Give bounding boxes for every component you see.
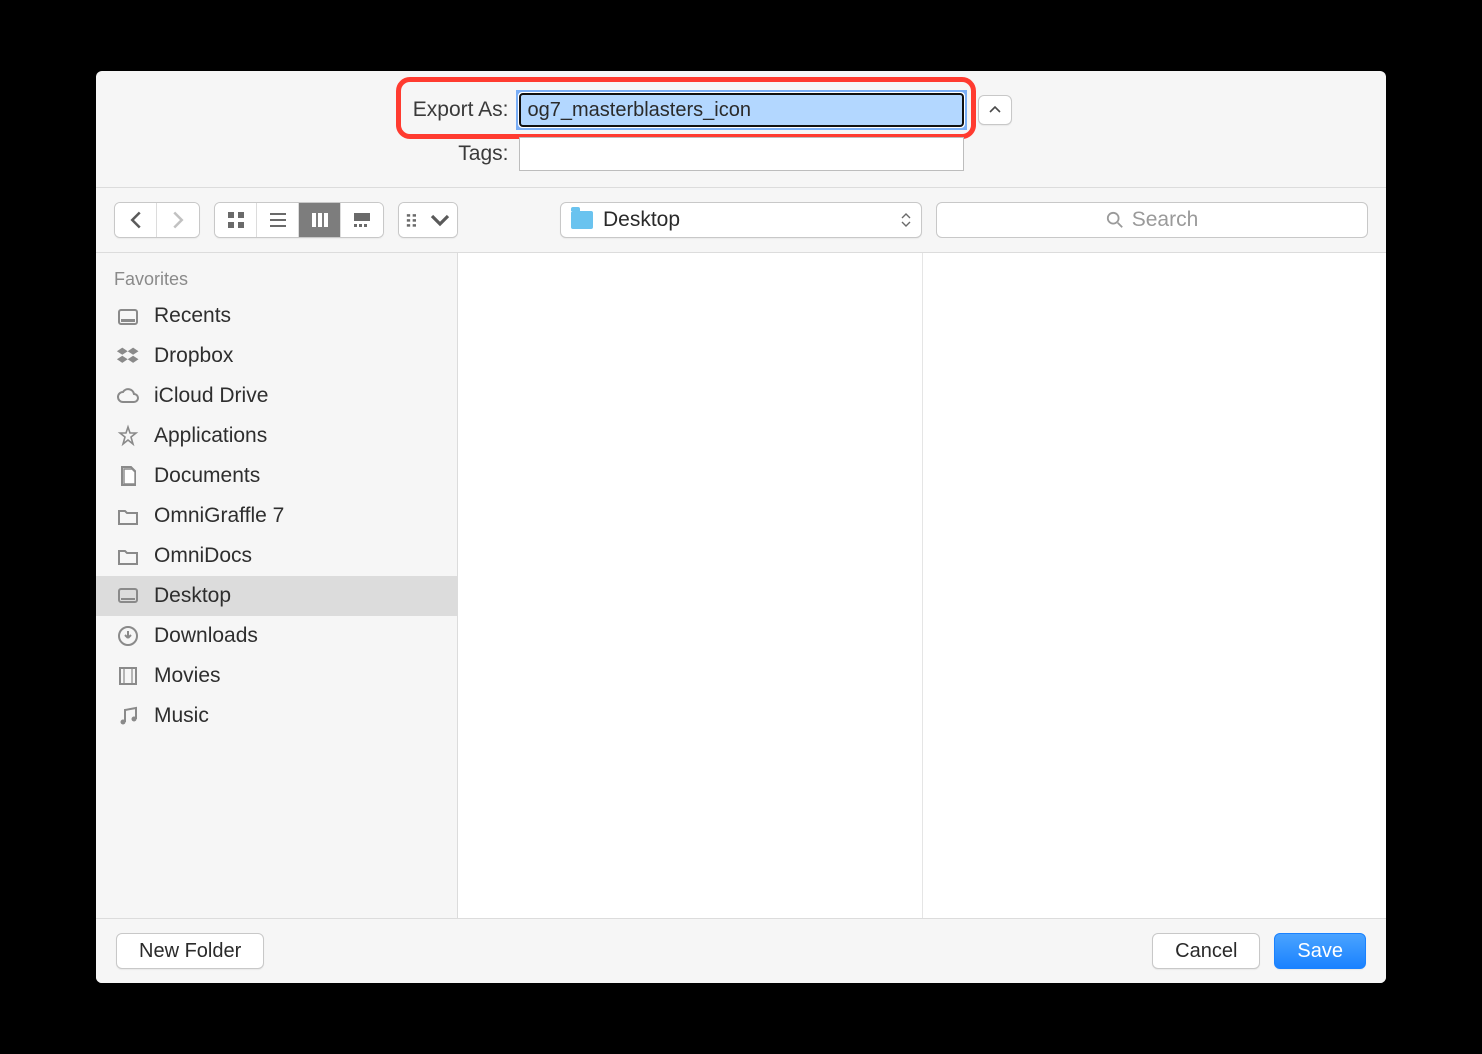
sidebar[interactable]: Favorites Recents Dropbox iCloud Drive Appl… xyxy=(96,253,458,918)
search-icon xyxy=(1106,211,1124,229)
sidebar-item-music[interactable]: Music xyxy=(96,696,457,736)
sidebar-item-label: Recents xyxy=(154,304,231,328)
chevron-right-icon xyxy=(168,210,188,230)
footer: New Folder Cancel Save xyxy=(96,918,1386,983)
chevron-up-icon xyxy=(989,106,1001,114)
sidebar-item-recents[interactable]: Recents xyxy=(96,296,457,336)
sidebar-item-omnidocs[interactable]: OmniDocs xyxy=(96,536,457,576)
sidebar-item-label: OmniGraffle 7 xyxy=(154,504,284,528)
icon-view-button[interactable] xyxy=(215,203,257,237)
sidebar-item-label: Desktop xyxy=(154,584,231,608)
sidebar-item-label: iCloud Drive xyxy=(154,384,268,408)
group-icon xyxy=(406,210,426,230)
expand-collapse-button[interactable] xyxy=(978,95,1012,125)
search-placeholder: Search xyxy=(1132,208,1199,232)
column-1[interactable] xyxy=(458,253,923,918)
gallery-icon xyxy=(352,210,372,230)
sidebar-item-desktop[interactable]: Desktop xyxy=(96,576,457,616)
downloads-icon xyxy=(114,624,142,648)
back-button[interactable] xyxy=(115,203,157,237)
group-by-button[interactable] xyxy=(399,203,457,237)
sidebar-item-label: Dropbox xyxy=(154,344,233,368)
documents-icon xyxy=(114,464,142,488)
sidebar-item-label: Music xyxy=(154,704,209,728)
chevron-down-icon xyxy=(430,210,450,230)
grid-icon xyxy=(226,210,246,230)
cloud-icon xyxy=(114,384,142,408)
music-icon xyxy=(114,704,142,728)
sidebar-heading: Favorites xyxy=(96,261,457,296)
export-as-input[interactable] xyxy=(519,93,964,127)
desktop-icon xyxy=(114,584,142,608)
chevron-left-icon xyxy=(126,210,146,230)
sidebar-item-dropbox[interactable]: Dropbox xyxy=(96,336,457,376)
sidebar-item-label: Downloads xyxy=(154,624,258,648)
file-browser[interactable] xyxy=(458,253,1386,918)
search-field[interactable]: Search xyxy=(936,202,1368,238)
movies-icon xyxy=(114,664,142,688)
header: Export As: Tags: xyxy=(96,71,1386,188)
sidebar-item-omnigraffle-7[interactable]: OmniGraffle 7 xyxy=(96,496,457,536)
cancel-button[interactable]: Cancel xyxy=(1152,933,1260,969)
group-segment xyxy=(398,202,458,238)
folder-icon xyxy=(571,211,593,229)
column-view-button[interactable] xyxy=(299,203,341,237)
tags-label: Tags: xyxy=(99,142,519,166)
gallery-view-button[interactable] xyxy=(341,203,383,237)
sidebar-item-label: Movies xyxy=(154,664,221,688)
sidebar-item-icloud-drive[interactable]: iCloud Drive xyxy=(96,376,457,416)
sidebar-item-label: Applications xyxy=(154,424,267,448)
folder-icon xyxy=(114,544,142,568)
body: Favorites Recents Dropbox iCloud Drive Appl… xyxy=(96,253,1386,918)
location-popup[interactable]: Desktop xyxy=(560,202,922,238)
nav-segment xyxy=(114,202,200,238)
list-view-button[interactable] xyxy=(257,203,299,237)
sidebar-item-documents[interactable]: Documents xyxy=(96,456,457,496)
sidebar-item-label: OmniDocs xyxy=(154,544,252,568)
column-2[interactable] xyxy=(923,253,1387,918)
location-label: Desktop xyxy=(603,208,891,232)
list-icon xyxy=(268,210,288,230)
new-folder-button[interactable]: New Folder xyxy=(116,933,264,969)
columns-icon xyxy=(310,210,330,230)
folder-icon xyxy=(114,504,142,528)
tags-input[interactable] xyxy=(519,137,964,171)
save-dialog: Export As: Tags: xyxy=(96,71,1386,983)
applications-icon xyxy=(114,424,142,448)
sidebar-item-applications[interactable]: Applications xyxy=(96,416,457,456)
stepper-icon xyxy=(901,213,911,227)
sidebar-item-downloads[interactable]: Downloads xyxy=(96,616,457,656)
save-button[interactable]: Save xyxy=(1274,933,1366,969)
recents-icon xyxy=(114,304,142,328)
sidebar-item-label: Documents xyxy=(154,464,260,488)
export-as-label: Export As: xyxy=(99,98,519,122)
forward-button[interactable] xyxy=(157,203,199,237)
toolbar: Desktop Search xyxy=(96,188,1386,253)
dropbox-icon xyxy=(114,344,142,368)
sidebar-item-movies[interactable]: Movies xyxy=(96,656,457,696)
view-segment xyxy=(214,202,384,238)
